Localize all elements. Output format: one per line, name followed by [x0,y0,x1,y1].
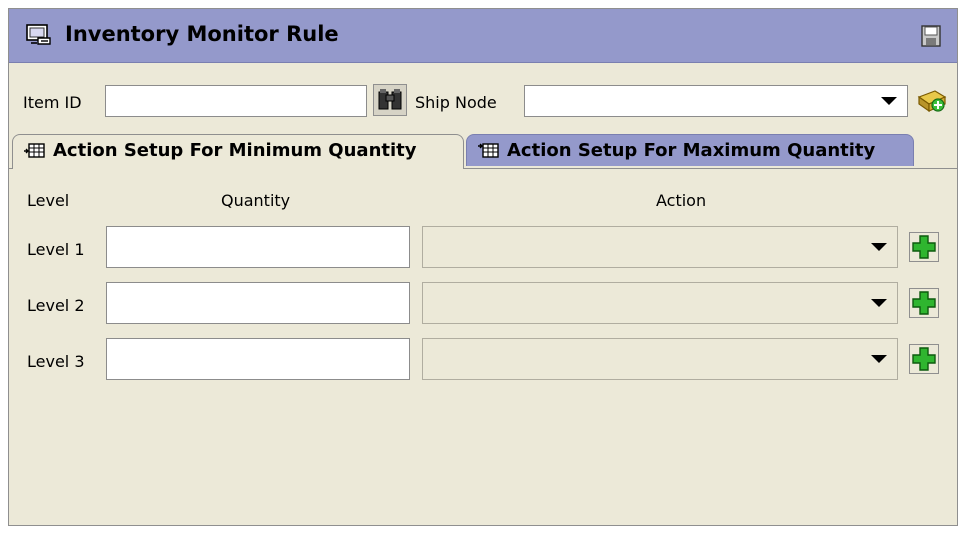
add-icon[interactable] [909,344,939,374]
action-select[interactable] [422,338,898,380]
level-label: Level 2 [27,296,85,315]
quantity-input[interactable] [106,226,410,268]
tab-label: Action Setup For Minimum Quantity [53,140,417,161]
table-icon [24,143,45,158]
level-label: Level 3 [27,352,85,371]
quantity-input[interactable] [106,282,410,324]
chevron-down-icon [881,97,897,105]
add-icon[interactable] [909,288,939,318]
tab-label: Action Setup For Maximum Quantity [507,140,876,161]
window-title: Inventory Monitor Rule [65,22,339,46]
item-id-input[interactable] [105,85,367,117]
tab-min-quantity[interactable]: Action Setup For Minimum Quantity [12,134,464,169]
action-select[interactable] [422,282,898,324]
action-header: Action [656,191,707,210]
add-icon[interactable] [909,232,939,262]
ship-node-label: Ship Node [415,93,497,112]
chevron-down-icon [871,299,887,307]
chevron-down-icon [871,355,887,363]
item-id-label: Item ID [23,93,82,112]
chevron-down-icon [871,243,887,251]
save-icon[interactable] [921,25,941,47]
action-select[interactable] [422,226,898,268]
node-lookup-icon[interactable] [915,85,949,117]
level-label: Level 1 [27,240,85,259]
title-bar: Inventory Monitor Rule [9,9,957,63]
table-icon [478,143,499,158]
monitor-rule-icon [26,24,51,45]
tab-max-quantity[interactable]: Action Setup For Maximum Quantity [466,134,914,166]
quantity-header: Quantity [221,191,291,210]
binoculars-icon[interactable] [373,84,407,116]
quantity-input[interactable] [106,338,410,380]
ship-node-select[interactable] [524,85,908,117]
level-header: Level [27,191,70,210]
